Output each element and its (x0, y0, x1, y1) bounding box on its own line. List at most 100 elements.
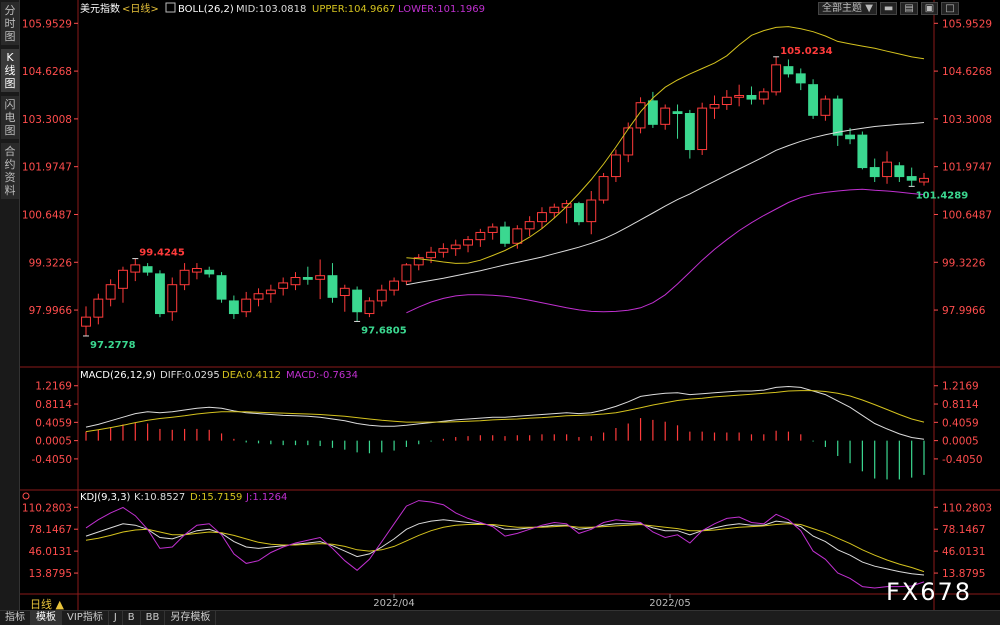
macd-value: MACD:-0.7634 (286, 370, 358, 381)
y-tick-label: 0.0005 (35, 436, 72, 448)
candle-body (549, 206, 560, 214)
y-tick-label: 78.1467 (942, 524, 985, 536)
candle-body (339, 287, 350, 297)
candle-body (475, 231, 486, 241)
boll-upper: UPPER:104.9667 (312, 4, 395, 15)
macd-dea: DEA:0.4112 (222, 370, 281, 381)
x-tick-label: 2022/05 (649, 598, 691, 609)
candle-body (142, 266, 153, 273)
candle-body (93, 298, 104, 318)
y-tick-label: 99.3226 (942, 257, 986, 269)
window-icon[interactable]: ▣ (920, 2, 939, 15)
tab-bb[interactable]: BB (141, 610, 166, 625)
y-tick-label: 1.2169 (35, 381, 72, 393)
kdj-legend-title: KDJ(9,3,3) (80, 492, 131, 503)
candle-body (327, 275, 338, 298)
chevron-down-icon: ▼ (865, 3, 873, 14)
candle-body (364, 300, 375, 315)
boll-mid-line (406, 122, 925, 286)
candle-body (278, 282, 289, 289)
candle-body (241, 298, 252, 313)
tab-b[interactable]: B (123, 610, 141, 625)
y-tick-label: 99.3226 (29, 257, 73, 269)
candle-body (721, 96, 732, 105)
candle-body (795, 73, 806, 84)
boll-mid: MID:103.0818 (236, 4, 306, 15)
candle-body (537, 212, 547, 223)
price-axis: 105.9529 105.9529 104.6268 104.6268 103.3008… (22, 18, 992, 609)
kdj-k: K:10.8527 (134, 492, 185, 503)
candle-body (130, 264, 141, 273)
boll-label: BOLL(26,2) (178, 4, 234, 15)
candle-body (820, 98, 831, 116)
boll-upper-line (406, 26, 925, 264)
kdj-d: D:15.7159 (190, 492, 242, 503)
candle-body (376, 289, 387, 302)
y-tick-label: 78.1467 (29, 524, 72, 536)
candle-body (216, 275, 227, 300)
tab-save-template[interactable]: 另存模板 (165, 610, 217, 625)
price-annotation: 99.4245 (139, 248, 185, 259)
y-tick-label: 0.4059 (35, 417, 72, 429)
restore-icon[interactable]: ▤ (900, 2, 918, 15)
main-legend-period: <日线> (122, 2, 159, 15)
candle-body (253, 293, 264, 300)
candle-body (426, 251, 436, 259)
macd-diff: DIFF:0.0295 (160, 370, 220, 381)
candle-body (845, 134, 855, 140)
y-tick-label: 110.2803 (22, 502, 72, 514)
y-tick-label: 0.8114 (942, 399, 979, 411)
main-legend-title: 美元指数 (80, 2, 120, 15)
candle-body (783, 66, 794, 75)
kdj-panel (85, 500, 925, 589)
candle-body (610, 154, 621, 178)
kdj-j-line (85, 500, 925, 589)
y-tick-label: 0.8114 (35, 399, 72, 411)
candle-body (512, 228, 523, 244)
y-tick-label: 100.6487 (22, 209, 72, 221)
candle-body (734, 94, 745, 98)
candle-body (906, 176, 917, 181)
candle-body (389, 280, 400, 291)
y-tick-label: 104.6268 (942, 66, 992, 78)
candle-body (684, 113, 695, 151)
candle-body (647, 100, 658, 125)
y-tick-label: 97.9966 (29, 305, 73, 317)
tab-j[interactable]: J (109, 610, 123, 625)
candle-body (155, 273, 165, 315)
x-tick-label: 2022/04 (373, 598, 415, 609)
y-tick-label: 46.0131 (942, 546, 985, 558)
kdj-d-line (85, 523, 925, 573)
y-tick-label: 103.3008 (22, 114, 72, 126)
tab-template[interactable]: 模板 (31, 610, 62, 625)
kdj-marker-icon[interactable] (22, 492, 30, 500)
candle-body (598, 176, 609, 201)
candle-body (204, 269, 215, 275)
candle-body (857, 134, 868, 169)
candle-body (105, 284, 116, 300)
candlestick-series (81, 56, 929, 336)
fx678-watermark: FX678 (886, 578, 973, 606)
candle-body (808, 84, 819, 116)
minimize-icon[interactable]: ▬ (879, 2, 898, 15)
candle-body (697, 107, 708, 151)
y-tick-label: 1.2169 (942, 381, 979, 393)
y-tick-label: 0.4059 (942, 417, 979, 429)
expand-icon[interactable]: □ (941, 2, 959, 15)
candle-body (574, 203, 584, 223)
legend-settings-icon[interactable] (165, 2, 176, 13)
candle-body (290, 277, 301, 286)
tab-vip-indicator[interactable]: VIP指标 (62, 610, 109, 625)
y-tick-label: 101.9747 (942, 162, 992, 174)
toolbar-top-right: 全部主题 ▼ ▬ ▤ ▣ □ (818, 2, 959, 15)
tab-indicator[interactable]: 指标 (0, 610, 31, 625)
candle-body (352, 289, 363, 313)
chart-canvas: 105.9529 105.9529 104.6268 104.6268 103.3008… (20, 0, 1000, 610)
candle-body (265, 289, 276, 295)
y-tick-label: 105.9529 (942, 18, 992, 30)
chart-frame (20, 0, 1000, 610)
price-annotation: 105.0234 (780, 46, 833, 57)
macd-dea-line (85, 390, 925, 433)
theme-select[interactable]: 全部主题 ▼ (818, 2, 877, 15)
candle-body (672, 111, 683, 115)
